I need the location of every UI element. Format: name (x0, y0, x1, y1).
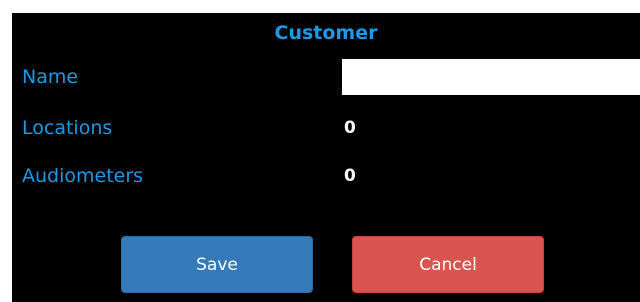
save-button[interactable]: Save (121, 236, 313, 293)
customer-dialog: Customer Name Locations 0 Audiometers 0 … (12, 13, 640, 302)
name-input[interactable] (342, 59, 640, 95)
save-button-label: Save (196, 254, 238, 275)
cancel-button-label: Cancel (419, 254, 477, 275)
locations-value: 0 (344, 118, 356, 138)
locations-label: Locations (22, 117, 113, 139)
dialog-title: Customer (274, 22, 378, 44)
audiometers-label: Audiometers (22, 165, 144, 187)
cancel-button[interactable]: Cancel (352, 236, 544, 293)
name-label: Name (22, 66, 79, 88)
audiometers-value: 0 (344, 166, 356, 186)
